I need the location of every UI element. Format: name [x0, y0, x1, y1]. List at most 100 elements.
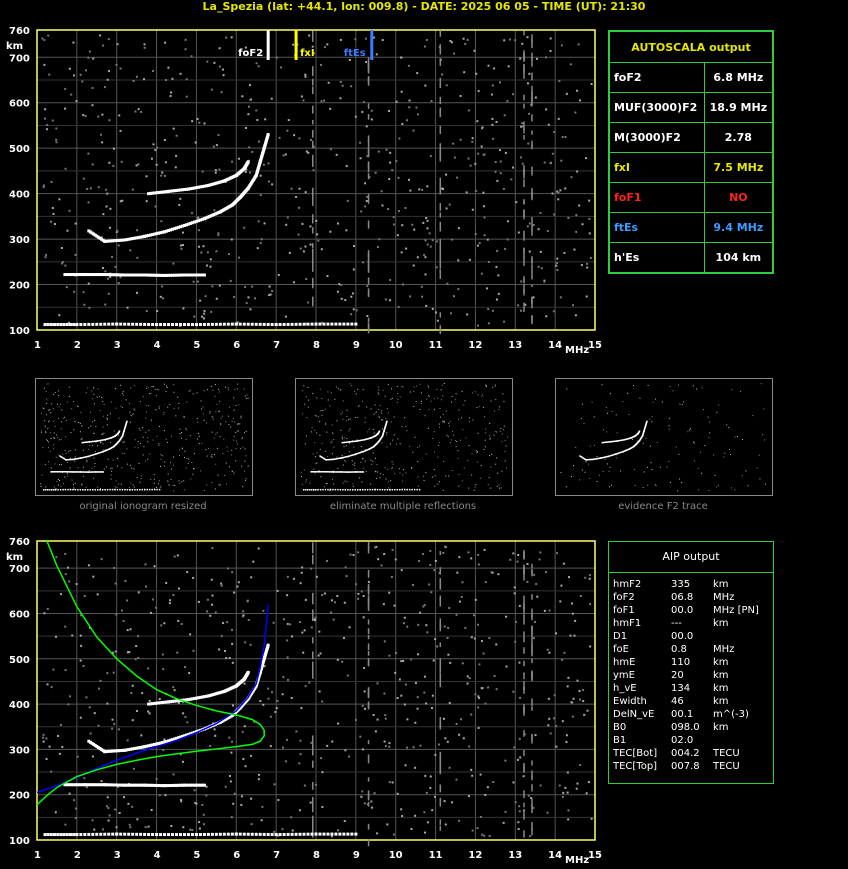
- noise-dot: [305, 277, 308, 280]
- echo-point: [56, 323, 60, 327]
- thumb-noise: [399, 443, 401, 445]
- noise-dot: [80, 644, 83, 647]
- noise-dot: [467, 157, 470, 160]
- noise-dot: [491, 309, 494, 312]
- thumb-noise: [66, 401, 68, 403]
- interference-dot: [531, 72, 533, 81]
- thumb-noise: [361, 458, 363, 460]
- thumb-noise: [44, 463, 46, 465]
- thumb-noise: [179, 482, 181, 484]
- aip-param-unit: km: [713, 722, 729, 733]
- thumb-noise: [436, 388, 438, 390]
- thumb-noise: [627, 392, 629, 394]
- thumb-noise: [699, 451, 701, 453]
- noise-dot: [504, 151, 507, 154]
- noise-dot: [370, 109, 373, 112]
- noise-dot: [497, 573, 500, 576]
- thumb-noise: [117, 457, 119, 459]
- thumb-noise: [443, 383, 445, 385]
- thumb-noise: [476, 451, 478, 453]
- thumb-noise: [94, 462, 96, 464]
- noise-dot: [538, 558, 541, 561]
- aip-title: AIP output: [609, 542, 773, 573]
- echo-point: [222, 322, 226, 326]
- noise-dot: [567, 809, 570, 812]
- noise-dot: [450, 312, 453, 315]
- noise-dot: [558, 784, 561, 787]
- echo-point: [202, 322, 206, 326]
- noise-dot: [137, 591, 140, 594]
- noise-dot: [291, 635, 294, 638]
- echo-point: [350, 832, 354, 836]
- noise-dot: [321, 700, 324, 703]
- thumb-noise: [500, 487, 502, 489]
- interference-dot: [439, 567, 442, 575]
- thumb-noise: [160, 485, 162, 487]
- thumb-noise: [603, 429, 605, 431]
- thumb-noise: [406, 430, 408, 432]
- thumb-noise: [156, 435, 158, 437]
- noise-dot: [61, 745, 64, 748]
- thumb-noise: [566, 388, 568, 390]
- thumb-noise: [724, 452, 726, 454]
- noise-dot: [50, 770, 53, 773]
- thumb-noise: [42, 447, 44, 449]
- noise-dot: [423, 691, 426, 694]
- noise-dot: [286, 622, 289, 625]
- noise-dot: [83, 595, 86, 598]
- thumb-noise: [349, 418, 351, 420]
- thumb-noise: [68, 386, 70, 388]
- thumb-noise: [219, 436, 221, 438]
- echo-point: [159, 323, 163, 327]
- echo-point: [49, 833, 53, 837]
- noise-dot: [128, 823, 131, 826]
- noise-dot: [384, 717, 387, 720]
- thumb-noise: [202, 413, 204, 415]
- thumb-noise: [443, 420, 445, 422]
- thumb-noise: [47, 461, 49, 463]
- thumb-noise: [342, 418, 344, 420]
- noise-dot: [547, 724, 550, 727]
- noise-dot: [448, 766, 451, 769]
- noise-dot: [42, 736, 45, 739]
- interference-dot: [531, 114, 533, 122]
- thumb-noise: [142, 396, 144, 398]
- noise-dot: [487, 64, 490, 67]
- thumb-noise: [362, 389, 364, 391]
- thumb-noise: [391, 466, 393, 468]
- noise-dot: [250, 823, 253, 826]
- noise-dot: [231, 571, 234, 574]
- noise-dot: [174, 166, 177, 169]
- thumb-noise: [47, 447, 49, 449]
- thumb-noise: [450, 401, 452, 403]
- thumb-noise: [604, 458, 606, 460]
- thumb-noise: [54, 425, 56, 427]
- noise-dot: [504, 247, 507, 250]
- noise-dot: [372, 714, 375, 717]
- noise-dot: [483, 234, 486, 237]
- thumb-noise: [40, 485, 42, 487]
- interference-dot: [367, 254, 370, 264]
- noise-dot: [259, 242, 262, 245]
- thumb-noise: [302, 413, 304, 415]
- thumb-noise: [438, 423, 440, 425]
- interference-dot: [523, 790, 525, 799]
- noise-dot: [534, 96, 537, 99]
- thumb-noise: [165, 385, 167, 387]
- noise-dot: [79, 659, 82, 662]
- thumb-noise: [57, 437, 59, 439]
- noise-dot: [589, 645, 592, 648]
- thumb-echo: [106, 488, 109, 491]
- thumb-echo: [411, 488, 413, 491]
- noise-dot: [97, 687, 100, 690]
- thumb-noise: [460, 439, 462, 441]
- thumb-noise: [585, 461, 587, 463]
- echo-point: [186, 323, 190, 327]
- thumb-noise: [478, 406, 480, 408]
- noise-dot: [102, 828, 105, 831]
- noise-dot: [467, 109, 470, 112]
- echo-point: [298, 832, 302, 836]
- aip-param-value: 00.0: [671, 605, 694, 616]
- thumb-noise: [139, 443, 141, 445]
- thumb-noise: [237, 423, 239, 425]
